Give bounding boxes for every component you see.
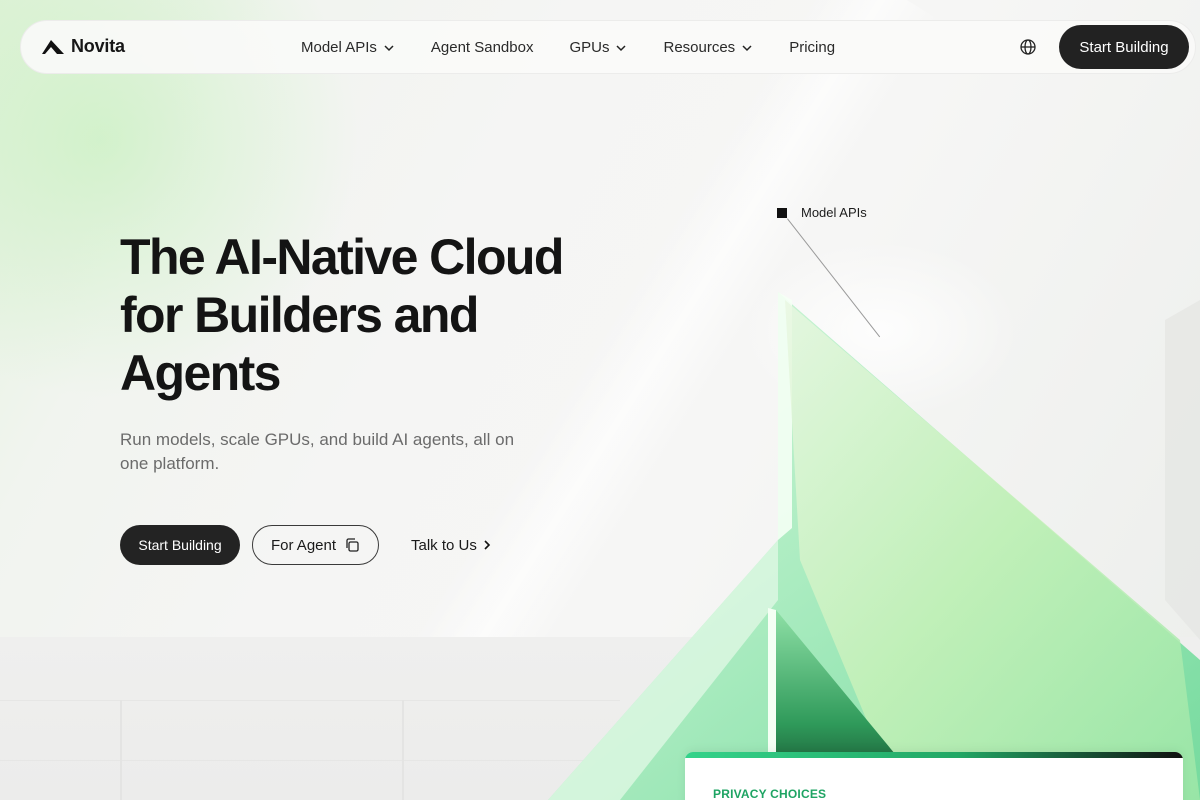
nav-start-building-button[interactable]: Start Building: [1059, 25, 1189, 69]
for-agent-button[interactable]: For Agent: [252, 525, 379, 565]
copy-icon: [346, 538, 359, 552]
for-agent-label: For Agent: [270, 536, 337, 554]
chevron-down-icon: [616, 45, 627, 52]
model-apis-callout: Model APIs: [777, 205, 867, 220]
hero-title-line: The AI-Native Cloud: [120, 229, 564, 285]
callout-square-marker: [777, 207, 787, 218]
chevron-down-icon: [742, 45, 752, 52]
nav-item-label: Model APIs: [301, 38, 377, 56]
nav-item-resources[interactable]: Resources: [663, 39, 753, 56]
brand-name: Novita: [71, 36, 125, 56]
callout-label: Model APIs: [801, 205, 867, 220]
hero-title-line: Agents: [120, 345, 281, 401]
privacy-banner-accent-bar: [685, 752, 1183, 758]
talk-to-us-link[interactable]: Talk to Us: [411, 525, 492, 565]
nav-item-label: Pricing: [789, 38, 836, 56]
nav-item-label: Agent Sandbox: [430, 38, 534, 56]
chevron-right-icon: [484, 540, 490, 550]
nav-item-pricing[interactable]: Pricing: [789, 39, 835, 56]
brand-logo[interactable]: Novita: [41, 36, 125, 57]
hero-subtitle: Run models, scale GPUs, and build AI age…: [120, 430, 515, 473]
nav-item-gpus[interactable]: GPUs: [569, 39, 627, 56]
language-selector[interactable]: [1019, 38, 1037, 61]
talk-to-us-label: Talk to Us: [411, 536, 477, 554]
privacy-choices-banner: PRIVACY CHOICES: [685, 752, 1183, 800]
main-menu: Model APIs Agent Sandbox GPUs Resources …: [301, 21, 871, 73]
nav-item-agent-sandbox[interactable]: Agent Sandbox: [431, 39, 534, 56]
privacy-banner-title: PRIVACY CHOICES: [713, 787, 827, 800]
start-building-button[interactable]: Start Building: [120, 525, 240, 565]
hero-title: The AI-Native Cloud for Builders and Age…: [120, 228, 640, 402]
nav-item-label: Resources: [663, 38, 736, 56]
novita-logo-icon: [42, 39, 64, 54]
chevron-down-icon: [384, 45, 394, 52]
hero-title-line: for Builders and: [120, 287, 479, 343]
top-navigation-bar: Novita Model APIs Agent Sandbox GPUs Res…: [20, 20, 1196, 74]
globe-icon: [1020, 39, 1036, 55]
nav-item-model-apis[interactable]: Model APIs: [301, 39, 395, 56]
nav-item-label: GPUs: [569, 38, 610, 56]
